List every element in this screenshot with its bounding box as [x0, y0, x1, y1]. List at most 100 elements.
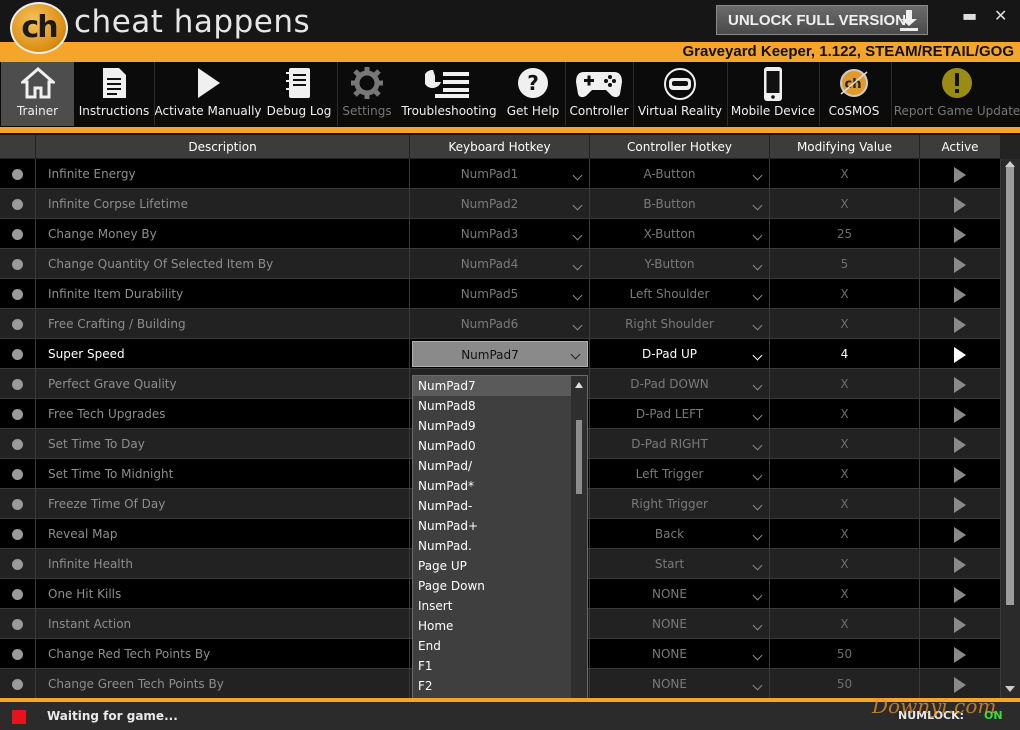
controller-hotkey-select[interactable]: NONE: [590, 669, 770, 698]
dropdown-option[interactable]: NumPad/: [413, 456, 571, 476]
cheat-description[interactable]: Free Crafting / Building: [36, 309, 410, 339]
dropdown-option[interactable]: NumPad9: [413, 416, 571, 436]
active-cell[interactable]: [920, 459, 1001, 489]
chevron-down-icon[interactable]: [752, 500, 763, 511]
dropdown-option[interactable]: F2: [413, 676, 571, 696]
toolbar-instructions[interactable]: Instructions: [76, 62, 152, 126]
dropdown-option[interactable]: Insert: [413, 596, 571, 616]
dropdown-option[interactable]: NumPad*: [413, 476, 571, 496]
active-cell[interactable]: [920, 429, 1001, 459]
keyboard-hotkey-select[interactable]: NumPad3: [410, 219, 590, 249]
chevron-down-icon[interactable]: [752, 620, 763, 631]
chevron-down-icon[interactable]: [752, 440, 763, 451]
activate-play-icon[interactable]: [954, 347, 966, 363]
column-header-controller-hotkey[interactable]: Controller Hotkey: [590, 135, 770, 159]
toolbar-get-help[interactable]: ? Get Help: [502, 62, 564, 126]
active-cell[interactable]: [920, 369, 1001, 399]
modifying-value-field[interactable]: X: [770, 309, 920, 339]
column-header-active[interactable]: Active: [920, 135, 1001, 159]
dropdown-option[interactable]: Page UP: [413, 556, 571, 576]
modifying-value-field[interactable]: X: [770, 489, 920, 519]
activate-play-icon[interactable]: [954, 377, 966, 393]
dropdown-scrollbar-thumb[interactable]: [576, 420, 582, 494]
scroll-up-arrow-icon[interactable]: [1005, 161, 1015, 167]
toolbar-trainer[interactable]: Trainer: [1, 62, 74, 126]
active-cell[interactable]: [920, 399, 1001, 429]
column-header-modifying-value[interactable]: Modifying Value: [770, 135, 920, 159]
cheat-description[interactable]: Set Time To Midnight: [36, 459, 410, 489]
modifying-value-field[interactable]: X: [770, 609, 920, 639]
cheat-description[interactable]: Instant Action: [36, 609, 410, 639]
table-row[interactable]: Infinite Energy NumPad1 A-Button X: [0, 159, 1001, 189]
activate-play-icon[interactable]: [954, 677, 966, 693]
dropdown-option[interactable]: End: [413, 636, 571, 656]
modifying-value-field[interactable]: X: [770, 159, 920, 189]
cheat-description[interactable]: Set Time To Day: [36, 429, 410, 459]
modifying-value-field[interactable]: 4: [770, 339, 920, 369]
chevron-down-icon[interactable]: [572, 230, 583, 241]
active-cell[interactable]: [920, 609, 1001, 639]
active-cell[interactable]: [920, 579, 1001, 609]
modifying-value-field[interactable]: 25: [770, 219, 920, 249]
active-cell[interactable]: [920, 219, 1001, 249]
chevron-down-icon[interactable]: [570, 349, 581, 360]
chevron-down-icon[interactable]: [572, 260, 583, 271]
controller-hotkey-select[interactable]: Left Shoulder: [590, 279, 770, 309]
modifying-value-field[interactable]: X: [770, 189, 920, 219]
activate-play-icon[interactable]: [954, 437, 966, 453]
controller-hotkey-select[interactable]: Right Trigger: [590, 489, 770, 519]
keyboard-hotkey-select[interactable]: NumPad4: [410, 249, 590, 279]
activate-play-icon[interactable]: [954, 467, 966, 483]
chevron-down-icon[interactable]: [752, 200, 763, 211]
toolbar-report-game-update[interactable]: Report Game Update: [894, 62, 1020, 126]
table-scrollbar[interactable]: [1001, 159, 1020, 698]
cheat-description[interactable]: Change Red Tech Points By: [36, 639, 410, 669]
cheat-description[interactable]: Change Green Tech Points By: [36, 669, 410, 698]
active-cell[interactable]: [920, 249, 1001, 279]
keyboard-hotkey-value-box[interactable]: NumPad7: [412, 341, 588, 367]
cheat-description[interactable]: Freeze Time Of Day: [36, 489, 410, 519]
cheat-description[interactable]: One Hit Kills: [36, 579, 410, 609]
toolbar-controller[interactable]: Controller: [566, 62, 632, 126]
cheat-description[interactable]: Infinite Corpse Lifetime: [36, 189, 410, 219]
modifying-value-field[interactable]: X: [770, 279, 920, 309]
dropdown-option[interactable]: F1: [413, 656, 571, 676]
modifying-value-field[interactable]: 50: [770, 639, 920, 669]
cheat-description[interactable]: Reveal Map: [36, 519, 410, 549]
cheat-description[interactable]: Super Speed: [36, 339, 410, 369]
controller-hotkey-select[interactable]: Start: [590, 549, 770, 579]
modifying-value-field[interactable]: X: [770, 579, 920, 609]
dropdown-scroll-up-icon[interactable]: [575, 382, 583, 388]
minimize-button[interactable]: ▬: [962, 6, 977, 25]
chevron-down-icon[interactable]: [752, 470, 763, 481]
keyboard-hotkey-select[interactable]: NumPad5: [410, 279, 590, 309]
chevron-down-icon[interactable]: [752, 530, 763, 541]
column-header-description[interactable]: Description: [36, 135, 410, 159]
controller-hotkey-select[interactable]: NONE: [590, 609, 770, 639]
keyboard-hotkey-select[interactable]: NumPad7: [410, 339, 590, 369]
controller-hotkey-select[interactable]: D-Pad RIGHT: [590, 429, 770, 459]
controller-hotkey-select[interactable]: Right Shoulder: [590, 309, 770, 339]
toolbar-settings[interactable]: Settings: [338, 62, 396, 126]
table-scrollbar-thumb[interactable]: [1006, 165, 1014, 605]
keyboard-hotkey-dropdown-list[interactable]: NumPad7 NumPad8 NumPad9 NumPad0 NumPad/NumPa…: [412, 375, 588, 730]
chevron-down-icon[interactable]: [752, 560, 763, 571]
chevron-down-icon[interactable]: [752, 230, 763, 241]
cheat-description[interactable]: Perfect Grave Quality: [36, 369, 410, 399]
active-cell[interactable]: [920, 549, 1001, 579]
chevron-down-icon[interactable]: [572, 320, 583, 331]
chevron-down-icon[interactable]: [752, 590, 763, 601]
activate-play-icon[interactable]: [954, 587, 966, 603]
activate-play-icon[interactable]: [954, 227, 966, 243]
cheat-description[interactable]: Infinite Item Durability: [36, 279, 410, 309]
toolbar-debug-log[interactable]: Debug Log: [262, 62, 336, 126]
activate-play-icon[interactable]: [954, 287, 966, 303]
dropdown-scrollbar[interactable]: [571, 376, 587, 729]
chevron-down-icon[interactable]: [752, 260, 763, 271]
active-cell[interactable]: [920, 309, 1001, 339]
table-row[interactable]: Super Speed NumPad7 D-Pad UP 4: [0, 339, 1001, 369]
controller-hotkey-select[interactable]: A-Button: [590, 159, 770, 189]
modifying-value-field[interactable]: X: [770, 399, 920, 429]
active-cell[interactable]: [920, 159, 1001, 189]
keyboard-hotkey-select[interactable]: NumPad6: [410, 309, 590, 339]
